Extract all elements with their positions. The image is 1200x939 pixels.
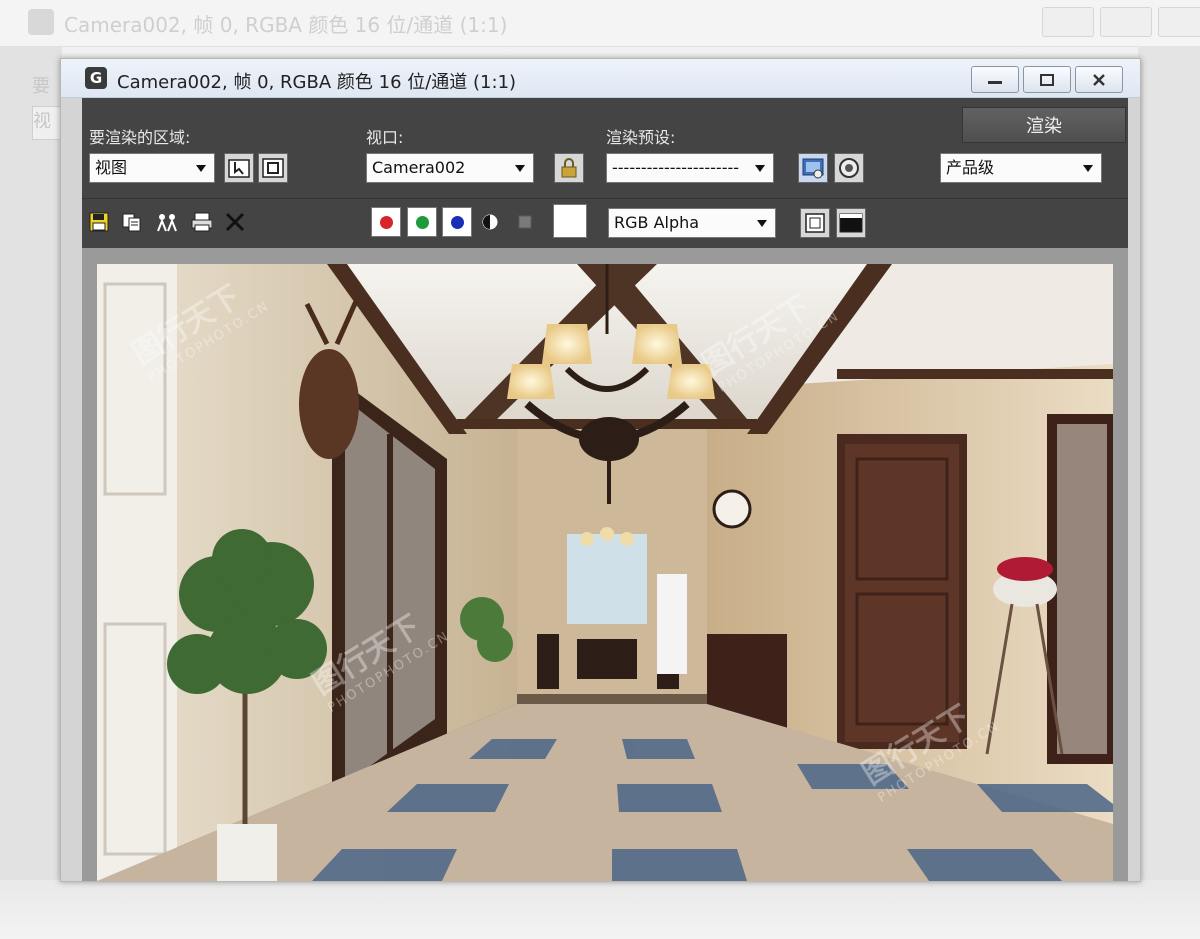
background-window-title: Camera002, 帧 0, RGBA 颜色 16 位/通道 (1:1) bbox=[64, 13, 508, 37]
environment-icon bbox=[839, 158, 859, 178]
toggle-ui-overlay-icon bbox=[805, 213, 825, 233]
clear-image-button[interactable] bbox=[224, 211, 246, 233]
chevron-down-icon bbox=[196, 165, 206, 172]
copy-icon bbox=[122, 213, 141, 232]
area-to-render-label: 要渲染的区域: bbox=[89, 128, 191, 147]
auto-region-button[interactable] bbox=[258, 153, 288, 183]
toggle-ui-icon bbox=[839, 213, 863, 233]
area-to-render-value: 视图 bbox=[95, 158, 128, 177]
red-channel-toggle[interactable] bbox=[371, 207, 401, 237]
close-button[interactable] bbox=[1075, 66, 1123, 93]
channel-display-value: RGB Alpha bbox=[614, 213, 700, 232]
viewport-value: Camera002 bbox=[372, 158, 466, 177]
close-icon bbox=[1093, 73, 1105, 86]
area-to-render-dropdown[interactable]: 视图 bbox=[89, 153, 215, 183]
background-maximize-button bbox=[1100, 7, 1152, 37]
background-close-button bbox=[1158, 7, 1200, 37]
render-viewport-frame: 图行天下 PHOTOPHOTO.CN 图行天下 PHOTOPHOTO.CN 图行天下… bbox=[82, 248, 1128, 881]
background-side-label: 要 bbox=[32, 76, 50, 97]
viewport-label: 视口: bbox=[366, 128, 404, 147]
color-swatch[interactable] bbox=[553, 204, 587, 238]
rendered-frame-window: G Camera002, 帧 0, RGBA 颜色 16 位/通道 (1:1) … bbox=[60, 58, 1141, 882]
lock-viewport-button[interactable] bbox=[554, 153, 584, 183]
toggle-ui-overlay-button[interactable] bbox=[800, 208, 830, 238]
copy-image-button[interactable] bbox=[121, 211, 143, 233]
clone-icon bbox=[157, 214, 177, 232]
minimize-icon bbox=[988, 80, 1002, 84]
edit-region-button[interactable] bbox=[224, 153, 254, 183]
render-button[interactable]: 渲染 bbox=[962, 107, 1126, 143]
render-setup-button[interactable] bbox=[798, 153, 828, 183]
chevron-down-icon bbox=[515, 165, 525, 172]
background-app-icon bbox=[28, 9, 54, 35]
green-channel-toggle[interactable] bbox=[407, 207, 437, 237]
clear-icon bbox=[225, 212, 245, 232]
background-minimize-button bbox=[1042, 7, 1094, 37]
quality-dropdown[interactable]: 产品级 bbox=[940, 153, 1102, 183]
monochrome-icon bbox=[518, 215, 532, 229]
render-preset-value: ---------------------- bbox=[612, 158, 740, 177]
environment-effects-button[interactable] bbox=[834, 153, 864, 183]
render-preset-label: 渲染预设: bbox=[606, 128, 676, 147]
save-image-button[interactable] bbox=[88, 211, 110, 233]
minimize-button[interactable] bbox=[971, 66, 1019, 93]
rendered-image[interactable]: 图行天下 PHOTOPHOTO.CN 图行天下 PHOTOPHOTO.CN 图行天下… bbox=[97, 264, 1113, 881]
maximize-icon bbox=[1040, 73, 1054, 86]
render-preset-dropdown[interactable]: ---------------------- bbox=[606, 153, 774, 183]
blue-channel-toggle[interactable] bbox=[442, 207, 472, 237]
interior-render-illustration bbox=[97, 264, 1113, 881]
channel-display-dropdown[interactable]: RGB Alpha bbox=[608, 208, 776, 238]
chevron-down-icon bbox=[1083, 165, 1093, 172]
auto-region-icon bbox=[262, 158, 284, 178]
toggle-ui-button[interactable] bbox=[836, 208, 866, 238]
background-left-panel: 要 视 bbox=[0, 46, 62, 939]
print-icon bbox=[191, 212, 212, 232]
monochrome-button[interactable] bbox=[514, 211, 536, 233]
display-alpha-button[interactable] bbox=[479, 211, 501, 233]
maximize-button[interactable] bbox=[1023, 66, 1071, 93]
save-icon bbox=[89, 212, 109, 232]
render-setup-icon bbox=[802, 158, 824, 179]
green-channel-dot bbox=[415, 215, 429, 229]
background-titlebar: Camera002, 帧 0, RGBA 颜色 16 位/通道 (1:1) bbox=[0, 0, 1200, 47]
toolbar-divider bbox=[82, 198, 1128, 199]
display-alpha-icon bbox=[482, 214, 498, 230]
chevron-down-icon bbox=[755, 165, 765, 172]
viewport-dropdown[interactable]: Camera002 bbox=[366, 153, 534, 183]
app-logo-icon: G bbox=[85, 67, 107, 89]
background-right-panel bbox=[1138, 46, 1200, 939]
quality-value: 产品级 bbox=[946, 158, 995, 177]
red-channel-dot bbox=[379, 215, 393, 229]
chevron-down-icon bbox=[757, 220, 767, 227]
blue-channel-dot bbox=[450, 215, 464, 229]
lock-icon bbox=[561, 158, 577, 178]
clone-window-button[interactable] bbox=[155, 211, 177, 233]
window-title: Camera002, 帧 0, RGBA 颜色 16 位/通道 (1:1) bbox=[117, 72, 517, 93]
background-bottom bbox=[0, 880, 1200, 939]
background-side-box: 视 bbox=[32, 106, 62, 140]
render-toolbar: 要渲染的区域: 视口: 渲染预设: 渲染 视图 Camera002 ------… bbox=[82, 98, 1128, 248]
print-image-button[interactable] bbox=[190, 211, 212, 233]
window-titlebar[interactable]: G Camera002, 帧 0, RGBA 颜色 16 位/通道 (1:1) bbox=[61, 59, 1140, 98]
edit-region-icon bbox=[228, 159, 250, 178]
